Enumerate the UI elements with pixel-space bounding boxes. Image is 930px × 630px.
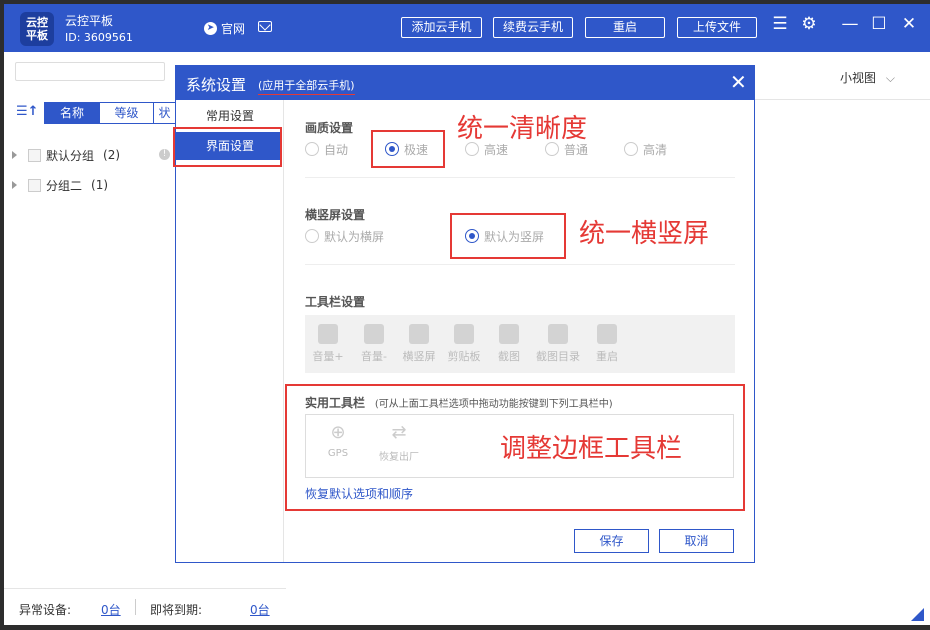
annotation-box-quality	[371, 130, 445, 168]
renew-cloud-phone-button[interactable]: 续费云手机	[493, 17, 573, 38]
radio-icon	[624, 142, 638, 156]
folder-icon	[548, 324, 568, 344]
gear-icon[interactable]: ⚙	[799, 14, 819, 34]
rotate-icon	[409, 324, 429, 344]
compass-icon: ➤	[204, 22, 217, 35]
sort-tabs: 名称 等级 状	[44, 102, 176, 124]
expiring-devices-count[interactable]: 0台	[250, 601, 270, 618]
dialog-subtitle: (应用于全部云手机)	[258, 77, 355, 95]
option-label: 高清	[643, 142, 668, 157]
expand-arrow-icon[interactable]	[12, 151, 17, 159]
radio-icon	[305, 229, 319, 243]
annotation-box-orientation	[450, 213, 566, 259]
dialog-title: 系统设置	[186, 76, 247, 94]
resize-grip-icon[interactable]	[911, 608, 924, 621]
sort-tab-name[interactable]: 名称	[44, 102, 100, 124]
tool-volume-down[interactable]: 音量-	[354, 324, 394, 364]
close-icon[interactable]: ✕	[730, 71, 747, 93]
tool-label: 音量+	[312, 350, 344, 363]
tool-label: 截图	[498, 350, 520, 363]
official-site-label: 官网	[221, 22, 246, 36]
group-name: 分组二	[46, 178, 83, 193]
tool-restart[interactable]: 重启	[587, 324, 627, 364]
annotation-box-sidebar	[173, 127, 282, 167]
group-row-two[interactable]: 分组二 (1)	[12, 176, 108, 194]
sort-icon[interactable]: ☰↑	[16, 104, 39, 119]
upload-file-button[interactable]: 上传文件	[677, 17, 757, 38]
app-id: ID: 3609561	[65, 31, 133, 44]
restart-button[interactable]: 重启	[585, 17, 665, 38]
tool-label: 截图目录	[536, 350, 580, 363]
sort-tab-level[interactable]: 等级	[100, 102, 154, 124]
app-name: 云控平板	[65, 14, 114, 28]
view-size-label: 小视图	[840, 71, 877, 85]
status-footer: 异常设备: 0台 即将到期: 0台	[4, 588, 286, 625]
tool-screenshot[interactable]: 截图	[489, 324, 529, 364]
orientation-option-landscape[interactable]: 默认为横屏	[305, 228, 384, 244]
info-icon[interactable]: !	[159, 149, 170, 160]
annotation-box-toolbar	[285, 384, 745, 511]
option-label: 自动	[324, 142, 349, 157]
menu-icon[interactable]: ☰	[770, 14, 790, 34]
tool-label: 音量-	[361, 350, 387, 363]
section-divider	[305, 264, 735, 265]
close-window-icon[interactable]: ✕	[899, 14, 919, 34]
expiring-devices-label: 即将到期:	[150, 603, 203, 617]
official-site-link[interactable]: ➤ 官网	[204, 20, 245, 37]
group-checkbox[interactable]	[28, 178, 41, 192]
maximize-icon[interactable]: ☐	[869, 14, 889, 34]
radio-icon	[305, 142, 319, 156]
logo-line1: 云控	[26, 16, 48, 29]
power-icon	[597, 324, 617, 344]
expand-arrow-icon[interactable]	[12, 181, 17, 189]
cancel-button[interactable]: 取消	[659, 529, 734, 553]
save-button[interactable]: 保存	[574, 529, 649, 553]
volume-down-icon	[364, 324, 384, 344]
tool-volume-up[interactable]: 音量+	[308, 324, 348, 364]
sort-tab-status[interactable]: 状	[154, 102, 176, 124]
mail-icon[interactable]	[258, 21, 272, 32]
option-label: 默认为横屏	[324, 229, 385, 244]
group-checkbox[interactable]	[28, 148, 41, 162]
group-count: (1)	[91, 178, 109, 192]
dialog-sidebar	[176, 100, 284, 562]
section-divider	[305, 177, 735, 178]
abnormal-devices-count[interactable]: 0台	[101, 601, 121, 618]
abnormal-devices-label: 异常设备:	[19, 603, 72, 617]
quality-option-hd[interactable]: 高清	[624, 141, 667, 157]
quality-title: 画质设置	[305, 121, 354, 135]
tool-screenshot-folder[interactable]: 截图目录	[531, 324, 585, 364]
volume-up-icon	[318, 324, 338, 344]
group-name: 默认分组	[46, 148, 95, 163]
image-icon	[499, 324, 519, 344]
clipboard-icon	[454, 324, 474, 344]
tool-label: 重启	[596, 350, 618, 363]
tool-clipboard[interactable]: 剪贴板	[444, 324, 484, 364]
app-logo: 云控 平板	[20, 12, 54, 46]
toolbar-title: 工具栏设置	[305, 295, 366, 309]
group-row-default[interactable]: 默认分组 (2)	[12, 146, 120, 164]
add-cloud-phone-button[interactable]: 添加云手机	[401, 17, 482, 38]
chevron-down-icon: ⌵	[885, 71, 895, 85]
minimize-icon[interactable]: —	[840, 14, 860, 34]
logo-line2: 平板	[26, 29, 48, 42]
footer-divider	[135, 599, 136, 615]
search-input[interactable]	[15, 62, 165, 81]
group-count: (2)	[103, 148, 121, 162]
tool-label: 剪贴板	[447, 350, 481, 363]
orientation-title: 横竖屏设置	[305, 208, 366, 222]
tool-rotate[interactable]: 横竖屏	[399, 324, 439, 364]
tab-common-settings[interactable]: 常用设置	[176, 102, 282, 130]
annotation-orientation: 统一横竖屏	[579, 219, 710, 249]
view-size-dropdown[interactable]: 小视图 ⌵	[840, 69, 895, 86]
tool-label: 横竖屏	[402, 350, 436, 363]
quality-option-auto[interactable]: 自动	[305, 141, 348, 157]
annotation-quality: 统一清晰度	[457, 114, 588, 144]
